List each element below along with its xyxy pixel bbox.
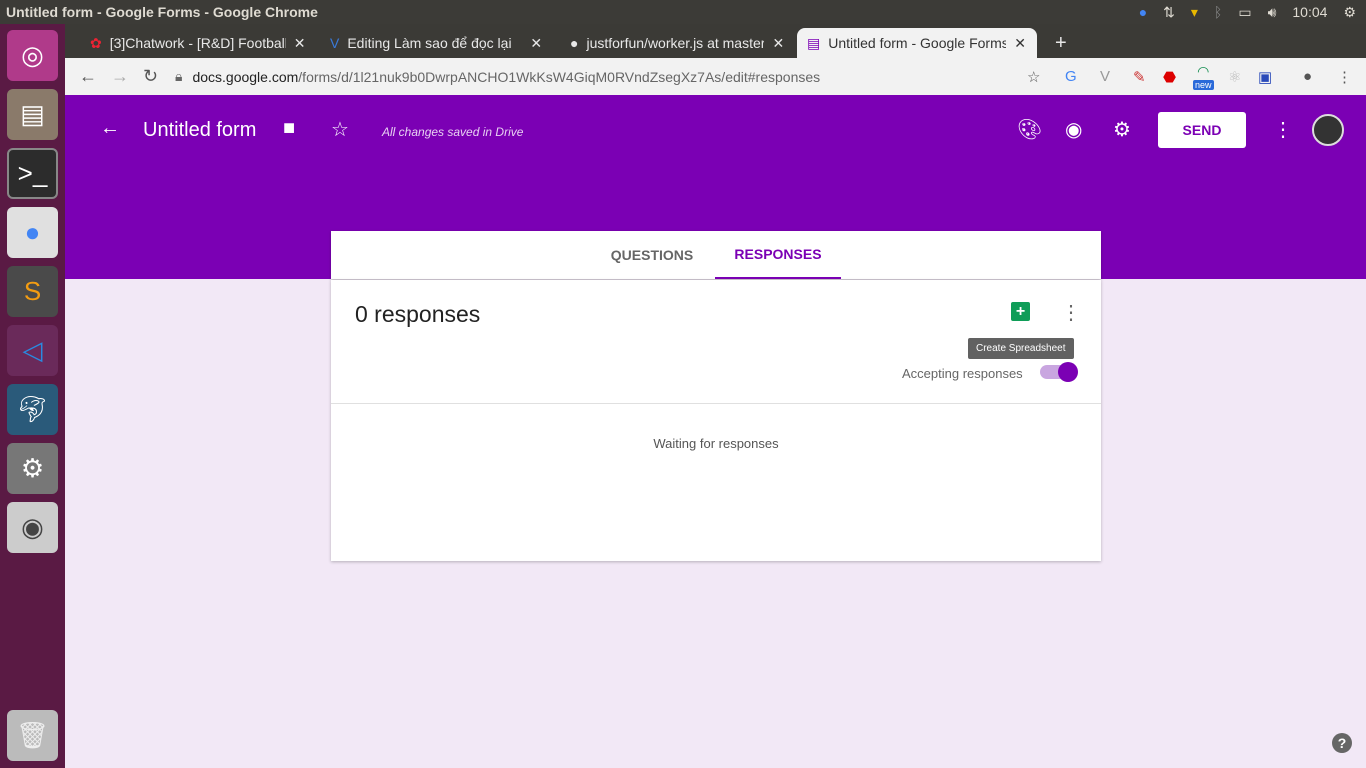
divider [331, 403, 1101, 404]
help-icon[interactable]: ? [1332, 733, 1352, 753]
accepting-label: Accepting responses [902, 366, 1023, 381]
address-bar-row: ← → ↻ 🔒︎ docs.google.com/forms/d/1l21nuk… [65, 58, 1366, 95]
tab-github[interactable]: ● justforfun/worker.js at master ✕ [560, 28, 794, 58]
system-tray: ● ⇅ ▾ ᛒ ▭ 🔊︎ 10:04 ⚙ [1139, 0, 1356, 24]
more-vert-icon[interactable]: ⋮ [1061, 300, 1081, 325]
close-icon[interactable]: ✕ [1014, 35, 1026, 52]
form-tabs: QUESTIONS RESPONSES [331, 231, 1101, 279]
app-tray-icon[interactable]: ▾ [1191, 4, 1198, 21]
react-extension-icon[interactable]: ⚛ [1228, 58, 1241, 95]
mail-extension-icon[interactable]: ▣ [1258, 58, 1272, 95]
tab-google-forms[interactable]: ▤ Untitled form - Google Forms ✕ [797, 28, 1037, 58]
settings-gear-icon[interactable]: ⚙ [1113, 117, 1131, 142]
camera-icon[interactable]: ◉ [7, 502, 58, 553]
reload-icon[interactable]: ↻ [143, 66, 158, 87]
volume-icon[interactable]: 🔊︎ [1268, 4, 1277, 21]
battery-icon[interactable]: ▭ [1238, 4, 1251, 21]
form-title[interactable]: Untitled form [143, 119, 256, 142]
new-badge: new [1193, 80, 1214, 90]
avatar[interactable] [1312, 114, 1344, 146]
close-icon[interactable]: ✕ [294, 35, 306, 52]
clock[interactable]: 10:04 [1292, 4, 1327, 20]
launcher: ◎ ▤ >_ ● S ◁ 🐬︎ ⚙ ◉ 🗑︎ [0, 24, 65, 768]
folder-icon[interactable]: ■ [283, 117, 295, 140]
star-icon[interactable]: ☆ [331, 117, 349, 142]
bookmark-star-icon[interactable]: ☆ [1027, 58, 1040, 95]
forward-icon[interactable]: → [111, 66, 129, 87]
github-icon: ● [570, 35, 579, 51]
colorpicker-extension-icon[interactable]: ✎ [1133, 58, 1146, 95]
chrome-menu-icon[interactable]: ⋮ [1337, 58, 1352, 95]
window-title: Untitled form - Google Forms - Google Ch… [6, 4, 318, 20]
bluetooth-icon[interactable]: ᛒ [1214, 4, 1222, 20]
files-icon[interactable]: ▤ [7, 89, 58, 140]
tab-label: Editing Làm sao để đọc lại [347, 35, 512, 51]
vue-extension-icon[interactable]: V [1100, 58, 1110, 95]
url-input[interactable]: 🔒︎ docs.google.com/forms/d/1l21nuk9b0Dwr… [175, 62, 1045, 91]
ubuntu-dash-icon[interactable]: ◎ [7, 30, 58, 81]
adblock-extension-icon[interactable]: ⬣ [1163, 58, 1176, 95]
back-arrow-icon[interactable]: ← [100, 117, 120, 140]
power-icon[interactable]: ⚙ [1343, 4, 1356, 21]
lock-icon: 🔒︎ [175, 68, 183, 84]
sheets-icon[interactable]: + [1011, 302, 1030, 321]
tooltip: Create Spreadsheet [968, 338, 1074, 359]
settings-icon[interactable]: ⚙ [7, 443, 58, 494]
sublime-text-icon[interactable]: S [7, 266, 58, 317]
translate-extension-icon[interactable]: G [1065, 58, 1077, 95]
trash-icon[interactable]: 🗑︎ [7, 710, 58, 761]
responses-card: 0 responses + ⋮ Create Spreadsheet Accep… [331, 280, 1101, 561]
forms-icon: ▤ [807, 34, 821, 51]
tab-editing[interactable]: V Editing Làm sao để đọc lại ✕ [320, 28, 552, 58]
palette-icon[interactable]: 🎨︎ [1017, 117, 1042, 142]
close-icon[interactable]: ✕ [772, 35, 784, 52]
preview-eye-icon[interactable]: ◉ [1065, 117, 1082, 142]
tab-label: Untitled form - Google Forms [828, 35, 1007, 51]
tab-label: [3]Chatwork - [R&D] Football [109, 35, 286, 51]
url-path: /forms/d/1l21nuk9b0DwrpANCHO1WkKsW4GiqM0… [298, 68, 821, 85]
send-button[interactable]: SEND [1158, 112, 1246, 148]
mysql-workbench-icon[interactable]: 🐬︎ [7, 384, 58, 435]
more-options-icon[interactable]: ⋮ [1273, 117, 1293, 142]
new-tab-button[interactable]: + [1045, 28, 1077, 58]
url-host: docs.google.com [192, 68, 299, 85]
response-count: 0 responses [355, 301, 481, 327]
chatwork-icon: ✿ [90, 34, 102, 51]
accepting-toggle[interactable] [1040, 362, 1078, 382]
vscode-icon[interactable]: ◁ [7, 325, 58, 376]
tab-strip: ✿ [3]Chatwork - [R&D] Football ✕ V Editing … [65, 24, 1366, 58]
tab-chatwork[interactable]: ✿ [3]Chatwork - [R&D] Football ✕ [80, 28, 315, 58]
save-status: All changes saved in Drive [382, 125, 524, 139]
profile-icon[interactable]: ● [1303, 58, 1312, 95]
close-icon[interactable]: ✕ [530, 35, 542, 52]
back-icon[interactable]: ← [79, 66, 97, 87]
chrome-tray-icon[interactable]: ● [1139, 4, 1147, 20]
tab-questions[interactable]: QUESTIONS [597, 231, 707, 279]
os-top-bar: Untitled form - Google Forms - Google Ch… [0, 0, 1366, 24]
waiting-message: Waiting for responses [653, 436, 779, 451]
terminal-icon[interactable]: >_ [7, 148, 58, 199]
new-extension-icon[interactable]: ◠ new [1193, 58, 1214, 95]
chrome-icon[interactable]: ● [7, 207, 58, 258]
viblo-icon: V [330, 35, 340, 51]
tab-responses[interactable]: RESPONSES [715, 231, 841, 279]
tab-label: justforfun/worker.js at master [586, 35, 765, 51]
network-icon[interactable]: ⇅ [1163, 4, 1175, 21]
